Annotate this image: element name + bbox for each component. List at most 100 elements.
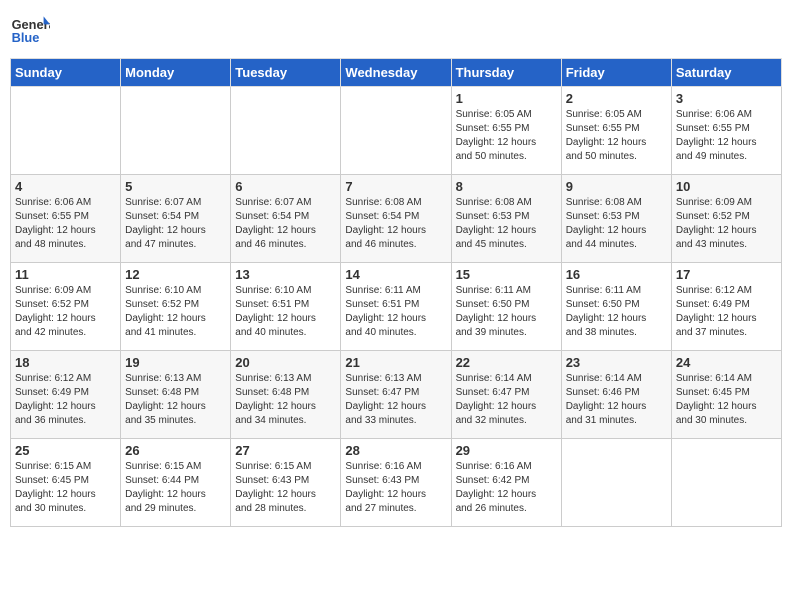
day-info: Sunrise: 6:12 AM Sunset: 6:49 PM Dayligh…	[15, 372, 116, 428]
day-number: 28	[345, 443, 446, 458]
day-info: Sunrise: 6:11 AM Sunset: 6:50 PM Dayligh…	[456, 284, 557, 340]
day-info: Sunrise: 6:14 AM Sunset: 6:46 PM Dayligh…	[566, 372, 667, 428]
week-row-1: 1 Sunrise: 6:05 AM Sunset: 6:55 PM Daylig…	[11, 87, 782, 175]
day-number: 6	[235, 179, 336, 194]
day-info: Sunrise: 6:07 AM Sunset: 6:54 PM Dayligh…	[235, 196, 336, 252]
day-number: 20	[235, 355, 336, 370]
day-info: Sunrise: 6:05 AM Sunset: 6:55 PM Dayligh…	[456, 108, 557, 164]
day-info: Sunrise: 6:15 AM Sunset: 6:43 PM Dayligh…	[235, 460, 336, 516]
week-row-4: 18 Sunrise: 6:12 AM Sunset: 6:49 PM Dayli…	[11, 351, 782, 439]
day-number: 10	[676, 179, 777, 194]
day-number: 7	[345, 179, 446, 194]
calendar-cell: 21 Sunrise: 6:13 AM Sunset: 6:47 PM Dayli…	[341, 351, 451, 439]
svg-text:Blue: Blue	[12, 30, 40, 45]
day-number: 25	[15, 443, 116, 458]
day-info: Sunrise: 6:07 AM Sunset: 6:54 PM Dayligh…	[125, 196, 226, 252]
calendar-cell: 1 Sunrise: 6:05 AM Sunset: 6:55 PM Daylig…	[451, 87, 561, 175]
week-row-3: 11 Sunrise: 6:09 AM Sunset: 6:52 PM Dayli…	[11, 263, 782, 351]
calendar-cell: 4Sunrise: 6:06 AM Sunset: 6:55 PM Daylig…	[11, 175, 121, 263]
day-info: Sunrise: 6:10 AM Sunset: 6:51 PM Dayligh…	[235, 284, 336, 340]
day-number: 24	[676, 355, 777, 370]
day-number: 9	[566, 179, 667, 194]
day-info: Sunrise: 6:11 AM Sunset: 6:50 PM Dayligh…	[566, 284, 667, 340]
day-info: Sunrise: 6:09 AM Sunset: 6:52 PM Dayligh…	[15, 284, 116, 340]
calendar-cell: 24 Sunrise: 6:14 AM Sunset: 6:45 PM Dayli…	[671, 351, 781, 439]
day-info: Sunrise: 6:11 AM Sunset: 6:51 PM Dayligh…	[345, 284, 446, 340]
day-number: 3	[676, 91, 777, 106]
calendar-cell	[561, 439, 671, 527]
calendar-cell: 6 Sunrise: 6:07 AM Sunset: 6:54 PM Daylig…	[231, 175, 341, 263]
calendar-cell: 5 Sunrise: 6:07 AM Sunset: 6:54 PM Daylig…	[121, 175, 231, 263]
day-number: 23	[566, 355, 667, 370]
days-header-row: SundayMondayTuesdayWednesdayThursdayFrid…	[11, 59, 782, 87]
day-info: Sunrise: 6:08 AM Sunset: 6:54 PM Dayligh…	[345, 196, 446, 252]
day-number: 13	[235, 267, 336, 282]
calendar-cell: 26 Sunrise: 6:15 AM Sunset: 6:44 PM Dayli…	[121, 439, 231, 527]
calendar-cell: 7 Sunrise: 6:08 AM Sunset: 6:54 PM Daylig…	[341, 175, 451, 263]
calendar-cell	[341, 87, 451, 175]
day-info: Sunrise: 6:13 AM Sunset: 6:47 PM Dayligh…	[345, 372, 446, 428]
calendar-cell	[121, 87, 231, 175]
day-number: 17	[676, 267, 777, 282]
day-number: 21	[345, 355, 446, 370]
header-tuesday: Tuesday	[231, 59, 341, 87]
week-row-2: 4Sunrise: 6:06 AM Sunset: 6:55 PM Daylig…	[11, 175, 782, 263]
header-friday: Friday	[561, 59, 671, 87]
calendar-cell: 23 Sunrise: 6:14 AM Sunset: 6:46 PM Dayli…	[561, 351, 671, 439]
day-number: 2	[566, 91, 667, 106]
day-number: 14	[345, 267, 446, 282]
header-sunday: Sunday	[11, 59, 121, 87]
calendar-cell: 3 Sunrise: 6:06 AM Sunset: 6:55 PM Daylig…	[671, 87, 781, 175]
calendar-cell: 22Sunrise: 6:14 AM Sunset: 6:47 PM Dayli…	[451, 351, 561, 439]
calendar-cell: 10 Sunrise: 6:09 AM Sunset: 6:52 PM Dayli…	[671, 175, 781, 263]
calendar-cell: 8Sunrise: 6:08 AM Sunset: 6:53 PM Daylig…	[451, 175, 561, 263]
header-monday: Monday	[121, 59, 231, 87]
header-saturday: Saturday	[671, 59, 781, 87]
day-info: Sunrise: 6:08 AM Sunset: 6:53 PM Dayligh…	[566, 196, 667, 252]
day-number: 12	[125, 267, 226, 282]
day-info: Sunrise: 6:10 AM Sunset: 6:52 PM Dayligh…	[125, 284, 226, 340]
day-number: 26	[125, 443, 226, 458]
calendar-cell: 17 Sunrise: 6:12 AM Sunset: 6:49 PM Dayli…	[671, 263, 781, 351]
calendar-cell: 15Sunrise: 6:11 AM Sunset: 6:50 PM Dayli…	[451, 263, 561, 351]
calendar-cell	[231, 87, 341, 175]
calendar-cell: 11 Sunrise: 6:09 AM Sunset: 6:52 PM Dayli…	[11, 263, 121, 351]
day-info: Sunrise: 6:05 AM Sunset: 6:55 PM Dayligh…	[566, 108, 667, 164]
day-number: 5	[125, 179, 226, 194]
day-number: 18	[15, 355, 116, 370]
calendar-table: SundayMondayTuesdayWednesdayThursdayFrid…	[10, 58, 782, 527]
calendar-cell: 27Sunrise: 6:15 AM Sunset: 6:43 PM Dayli…	[231, 439, 341, 527]
day-number: 11	[15, 267, 116, 282]
calendar-cell	[671, 439, 781, 527]
day-info: Sunrise: 6:16 AM Sunset: 6:42 PM Dayligh…	[456, 460, 557, 516]
day-info: Sunrise: 6:14 AM Sunset: 6:45 PM Dayligh…	[676, 372, 777, 428]
calendar-cell: 16Sunrise: 6:11 AM Sunset: 6:50 PM Dayli…	[561, 263, 671, 351]
day-info: Sunrise: 6:15 AM Sunset: 6:45 PM Dayligh…	[15, 460, 116, 516]
calendar-cell: 14 Sunrise: 6:11 AM Sunset: 6:51 PM Dayli…	[341, 263, 451, 351]
day-number: 1	[456, 91, 557, 106]
calendar-cell: 29Sunrise: 6:16 AM Sunset: 6:42 PM Dayli…	[451, 439, 561, 527]
day-info: Sunrise: 6:13 AM Sunset: 6:48 PM Dayligh…	[235, 372, 336, 428]
day-info: Sunrise: 6:06 AM Sunset: 6:55 PM Dayligh…	[676, 108, 777, 164]
logo-icon: General Blue	[10, 10, 50, 50]
week-row-5: 25 Sunrise: 6:15 AM Sunset: 6:45 PM Dayli…	[11, 439, 782, 527]
day-info: Sunrise: 6:09 AM Sunset: 6:52 PM Dayligh…	[676, 196, 777, 252]
calendar-cell: 28 Sunrise: 6:16 AM Sunset: 6:43 PM Dayli…	[341, 439, 451, 527]
calendar-cell: 25 Sunrise: 6:15 AM Sunset: 6:45 PM Dayli…	[11, 439, 121, 527]
day-info: Sunrise: 6:13 AM Sunset: 6:48 PM Dayligh…	[125, 372, 226, 428]
day-info: Sunrise: 6:16 AM Sunset: 6:43 PM Dayligh…	[345, 460, 446, 516]
day-number: 4	[15, 179, 116, 194]
calendar-cell	[11, 87, 121, 175]
calendar-cell: 13 Sunrise: 6:10 AM Sunset: 6:51 PM Dayli…	[231, 263, 341, 351]
calendar-cell: 18 Sunrise: 6:12 AM Sunset: 6:49 PM Dayli…	[11, 351, 121, 439]
day-info: Sunrise: 6:12 AM Sunset: 6:49 PM Dayligh…	[676, 284, 777, 340]
calendar-cell: 20 Sunrise: 6:13 AM Sunset: 6:48 PM Dayli…	[231, 351, 341, 439]
day-info: Sunrise: 6:15 AM Sunset: 6:44 PM Dayligh…	[125, 460, 226, 516]
calendar-cell: 19 Sunrise: 6:13 AM Sunset: 6:48 PM Dayli…	[121, 351, 231, 439]
calendar-cell: 9 Sunrise: 6:08 AM Sunset: 6:53 PM Daylig…	[561, 175, 671, 263]
logo: General Blue	[10, 10, 50, 50]
header-thursday: Thursday	[451, 59, 561, 87]
day-number: 22	[456, 355, 557, 370]
day-number: 19	[125, 355, 226, 370]
day-number: 8	[456, 179, 557, 194]
